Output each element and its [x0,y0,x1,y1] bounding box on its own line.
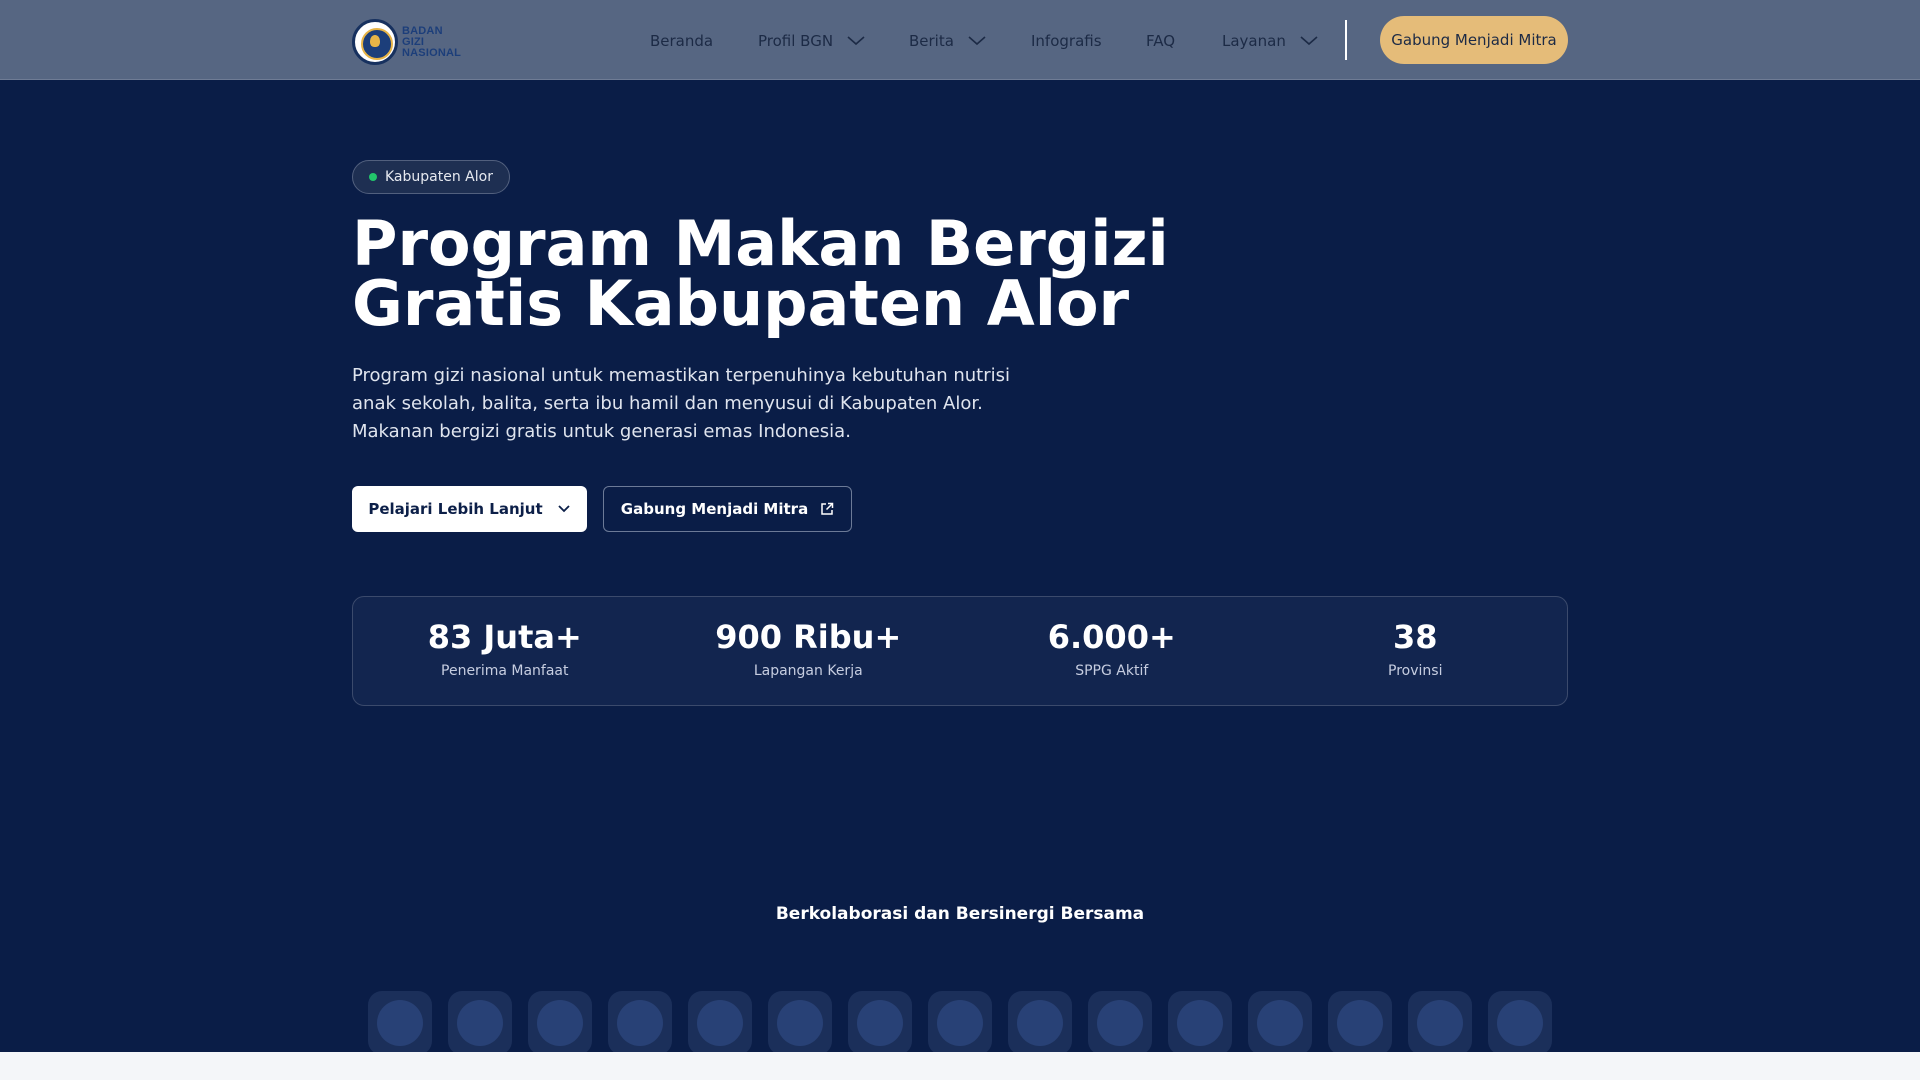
partner-logo-icon[interactable] [1008,991,1072,1055]
stat-jobs: 900 Ribu+ Lapangan Kerja [657,597,961,705]
learn-more-button[interactable]: Pelajari Lebih Lanjut [352,486,587,532]
stat-label: Lapangan Kerja [753,663,863,679]
stat-label: SPPG Aktif [1075,663,1149,679]
nav-item-berita[interactable]: Berita [909,30,986,52]
nav-item-faq[interactable]: FAQ [1146,30,1175,52]
hero-description-line: anak sekolah, balita, serta ibu hamil da… [352,393,983,414]
learn-more-label: Pelajari Lebih Lanjut [368,500,543,518]
stats-panel: 83 Juta+ Penerima Manfaat 900 Ribu+ Lapa… [352,596,1568,706]
logo-line-3: NASIONAL [402,46,462,59]
partners-title: Berkolaborasi dan Bersinergi Bersama [775,904,1145,924]
partner-logo-icon[interactable] [1408,991,1472,1055]
partner-mark-icon [1017,1000,1063,1046]
partner-logo-icon[interactable] [928,991,992,1055]
chevron-down-icon [1300,36,1318,46]
partner-mark-icon [537,1000,583,1046]
partner-mark-icon [937,1000,983,1046]
stat-label: Provinsi [1388,663,1443,679]
nav-label: Beranda [650,32,714,50]
partner-logo-icon[interactable] [448,991,512,1055]
bgn-logo[interactable]: BADAN GIZI NASIONAL [352,19,461,65]
partner-mark-icon [1337,1000,1383,1046]
hero-description-line: Program gizi nasional untuk memastikan t… [352,365,1011,386]
nav-item-layanan[interactable]: Layanan [1222,30,1318,52]
partner-mark-icon [1257,1000,1303,1046]
partner-logo-icon[interactable] [1328,991,1392,1055]
stat-value: 6.000+ [1047,618,1176,656]
partner-mark-icon [457,1000,503,1046]
logo-text: BADAN GIZI NASIONAL [402,24,462,59]
status-dot-icon [369,173,377,181]
join-partner-button[interactable]: Gabung Menjadi Mitra [603,486,852,532]
partner-logo-icon[interactable] [1488,991,1552,1055]
partner-logo-icon[interactable] [608,991,672,1055]
nav-label: Profil BGN [758,32,834,50]
partner-logo-icon[interactable] [768,991,832,1055]
chevron-down-icon [847,36,865,46]
stat-sppg: 6.000+ SPPG Aktif [960,597,1264,705]
partner-logo-icon[interactable] [368,991,432,1055]
logo-line-2: GIZI [402,35,425,48]
hero-title-line-1: Program Makan Bergizi [352,207,1169,280]
hero-title-line-2: Gratis Kabupaten Alor [352,267,1130,340]
bgn-emblem-icon [352,19,398,65]
stat-value: 83 Juta+ [427,618,582,656]
nav-item-infografis[interactable]: Infografis [1031,30,1102,52]
partner-logo-icon[interactable] [1248,991,1312,1055]
hero-description: Program gizi nasional untuk memastikan t… [352,362,1052,446]
chevron-down-icon [968,36,986,46]
nav-item-beranda[interactable]: Beranda [650,30,713,52]
navbar: BADAN GIZI NASIONAL Beranda Profil BGN B… [0,0,1920,80]
stat-label: Penerima Manfaat [441,663,569,679]
hero-title: Program Makan Bergizi Gratis Kabupaten A… [352,207,1252,340]
stat-provinces: 38 Provinsi [1264,597,1568,705]
partner-mark-icon [777,1000,823,1046]
partner-mark-icon [1497,1000,1543,1046]
partner-logo-icon[interactable] [848,991,912,1055]
hero-description-line: Makanan bergizi gratis untuk generasi em… [352,421,851,442]
partner-logo-icon[interactable] [1168,991,1232,1055]
partner-mark-icon [1417,1000,1463,1046]
nav-label: FAQ [1146,32,1176,50]
partner-logo-icon[interactable] [1088,991,1152,1055]
partner-mark-icon [857,1000,903,1046]
badge-label: Kabupaten Alor [385,169,493,185]
partner-mark-icon [617,1000,663,1046]
nav-label: Berita [909,32,954,50]
partner-mark-icon [1097,1000,1143,1046]
stat-value: 38 [1392,618,1438,656]
partner-logo-icon[interactable] [528,991,592,1055]
chevron-down-icon [558,505,570,513]
page-bottom-strip [0,1052,1920,1080]
nav-item-profil-bgn[interactable]: Profil BGN [758,30,865,52]
partner-logo-icon[interactable] [688,991,752,1055]
stat-beneficiaries: 83 Juta+ Penerima Manfaat [353,597,657,705]
external-link-icon [821,502,834,515]
nav-divider [1345,20,1347,60]
partner-mark-icon [377,1000,423,1046]
nav-label: Layanan [1222,32,1286,50]
nav-label: Infografis [1031,32,1102,50]
stat-value: 900 Ribu+ [715,618,902,656]
partner-mark-icon [1177,1000,1223,1046]
nav-join-partner-button[interactable]: Gabung Menjadi Mitra [1380,16,1568,64]
partner-mark-icon [697,1000,743,1046]
logo-line-1: BADAN [402,24,443,37]
join-partner-label: Gabung Menjadi Mitra [620,500,809,518]
location-badge: Kabupaten Alor [352,160,510,194]
